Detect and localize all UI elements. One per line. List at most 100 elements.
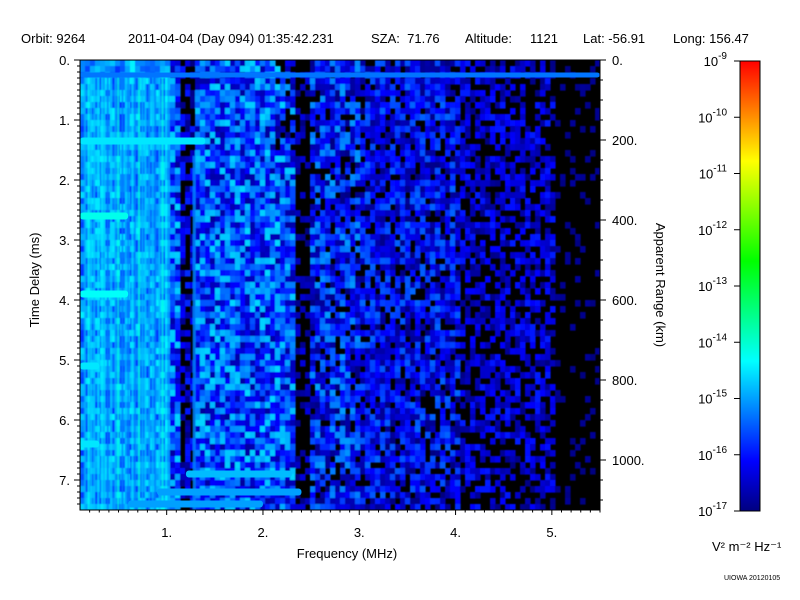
heatmap-cell <box>425 330 431 337</box>
heatmap-cell <box>315 378 321 385</box>
heatmap-cell <box>290 174 296 181</box>
heatmap-cell <box>340 402 346 409</box>
heatmap-cell <box>465 306 471 313</box>
heatmap-cell <box>500 204 506 211</box>
heatmap-cell <box>180 240 186 247</box>
heatmap-cell <box>535 300 541 307</box>
heatmap-cell <box>490 318 496 325</box>
heatmap-cell <box>260 396 266 403</box>
heatmap-cell <box>395 186 401 193</box>
heatmap-cell <box>325 336 331 343</box>
heatmap-cell <box>310 360 316 367</box>
heatmap-cell <box>515 366 521 373</box>
heatmap-cell <box>475 180 481 187</box>
heatmap-cell <box>460 378 466 385</box>
heatmap-cell <box>545 282 551 289</box>
heatmap-cell <box>380 60 386 67</box>
heatmap-cell <box>395 366 401 373</box>
heatmap-cell <box>395 354 401 361</box>
heatmap-cell <box>295 312 301 319</box>
heatmap-cell <box>225 360 231 367</box>
heatmap-cell <box>410 300 416 307</box>
heatmap-cell <box>380 396 386 403</box>
heatmap-cell <box>185 372 191 379</box>
heatmap-cell <box>365 102 371 109</box>
heatmap-cell <box>370 180 376 187</box>
heatmap-cell <box>345 252 351 259</box>
heatmap-cell <box>310 174 316 181</box>
heatmap-cell <box>230 324 236 331</box>
heatmap-cell <box>390 150 396 157</box>
heatmap-cell <box>430 126 436 133</box>
heatmap-cell <box>460 258 466 265</box>
heatmap-cell <box>310 354 316 361</box>
heatmap-cell <box>400 384 406 391</box>
heatmap-cell <box>330 150 336 157</box>
heatmap-cell <box>515 126 521 133</box>
heatmap-cell <box>355 78 361 85</box>
heatmap-cell <box>370 420 376 427</box>
heatmap-cell <box>205 420 211 427</box>
heatmap-cell <box>470 96 476 103</box>
heatmap-cell <box>330 96 336 103</box>
heatmap-cell <box>445 198 451 205</box>
heatmap-cell <box>425 336 431 343</box>
heatmap-cell <box>500 312 506 319</box>
heatmap-cell <box>330 330 336 337</box>
heatmap-cell <box>260 90 266 97</box>
heatmap-cell <box>470 264 476 271</box>
heatmap-cell <box>425 222 431 229</box>
heatmap-cell <box>380 162 386 169</box>
heatmap-cell <box>180 342 186 349</box>
heatmap-cell <box>215 60 221 67</box>
heatmap-cell <box>235 354 241 361</box>
heatmap-cell <box>290 240 296 247</box>
heatmap-cell <box>210 330 216 337</box>
heatmap-cell <box>380 90 386 97</box>
heatmap-cell <box>390 114 396 121</box>
heatmap-cell <box>510 312 516 319</box>
heatmap-cell <box>480 258 486 265</box>
heatmap-cell <box>215 294 221 301</box>
heatmap-cell <box>440 354 446 361</box>
heatmap-cell <box>385 264 391 271</box>
heatmap-cell <box>380 102 386 109</box>
heatmap-cell <box>405 216 411 223</box>
heatmap-cell <box>310 138 316 145</box>
heatmap-cell <box>405 312 411 319</box>
heatmap-cell <box>235 396 241 403</box>
heatmap-cell <box>400 426 406 433</box>
heatmap-cell <box>315 144 321 151</box>
heatmap-cell <box>380 174 386 181</box>
heatmap-cell <box>535 390 541 397</box>
heatmap-cell <box>250 114 256 121</box>
heatmap-cell <box>500 258 506 265</box>
heatmap-cell <box>335 186 341 193</box>
heatmap-cell <box>380 342 386 349</box>
heatmap-cell <box>350 174 356 181</box>
heatmap-cell <box>375 138 381 145</box>
heatmap-cell <box>335 102 341 109</box>
heatmap-cell <box>215 276 221 283</box>
heatmap-cell <box>250 138 256 145</box>
heatmap-cell <box>115 66 121 73</box>
heatmap-cell <box>455 156 461 163</box>
heatmap-cell <box>170 228 176 235</box>
heatmap-cell <box>185 390 191 397</box>
heatmap-cell <box>555 120 561 127</box>
heatmap-cell <box>205 390 211 397</box>
heatmap-cell <box>265 228 271 235</box>
heatmap-cell <box>250 414 256 421</box>
heatmap-cell <box>490 84 496 91</box>
heatmap-cell <box>270 234 276 241</box>
heatmap-cell <box>330 336 336 343</box>
heatmap-cell <box>265 90 271 97</box>
heatmap-cell <box>465 192 471 199</box>
heatmap-cell <box>420 162 426 169</box>
heatmap-cell <box>535 420 541 427</box>
heatmap-cell <box>345 132 351 139</box>
heatmap-cell <box>440 60 446 67</box>
heatmap-cell <box>340 186 346 193</box>
heatmap-cell <box>280 336 286 343</box>
heatmap-cell <box>200 150 206 157</box>
